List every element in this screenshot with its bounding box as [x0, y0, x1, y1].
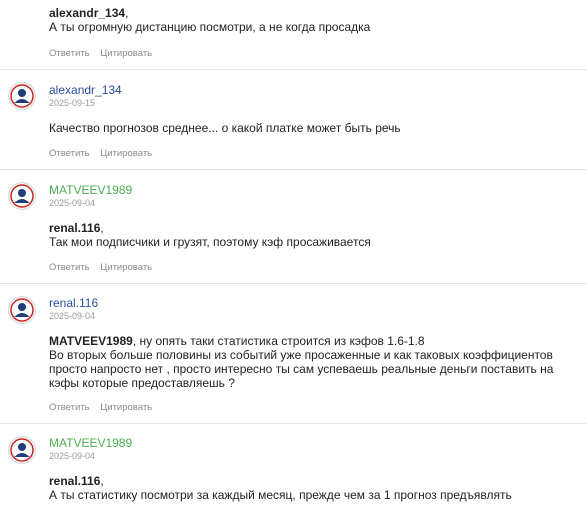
comment-body: renal.116, Так мои подписчики и грузят, …: [49, 221, 371, 249]
user-avatar-icon: [10, 438, 34, 462]
quote-button[interactable]: Цитировать: [100, 48, 152, 59]
reply-button[interactable]: Ответить: [49, 262, 90, 273]
comment-actions: Ответить Цитировать: [49, 48, 160, 59]
quoted-author[interactable]: alexandr_134: [49, 6, 125, 20]
comment-text: Во вторых больше половины из событий уже…: [49, 348, 554, 390]
quoted-author[interactable]: MATVEEV1989: [49, 334, 133, 348]
quote-button[interactable]: Цитировать: [100, 402, 152, 413]
comment-author[interactable]: renal.116: [49, 296, 98, 310]
comment-date: 2025-09-15: [49, 98, 96, 108]
avatar[interactable]: [8, 436, 36, 464]
avatar[interactable]: [8, 296, 36, 324]
comment-body: renal.116, А ты статистику посмотри за к…: [49, 474, 512, 502]
comments-thread: alexandr_134, А ты огромную дистанцию по…: [0, 0, 587, 511]
comment-text: Качество прогнозов среднее... о какой пл…: [49, 121, 401, 135]
divider: [0, 283, 587, 284]
avatar[interactable]: [8, 82, 36, 110]
comment-text-first: , ну опять таки статистика строится из к…: [132, 334, 425, 348]
comment-actions: Ответить Цитировать: [49, 402, 160, 413]
comment-date: 2025-09-04: [49, 451, 96, 461]
comment-date: 2025-09-04: [49, 198, 96, 208]
user-avatar-icon: [10, 184, 34, 208]
comment-text: Так мои подписчики и грузят, поэтому кэф…: [49, 235, 371, 249]
comment-actions: Ответить Цитировать: [49, 148, 160, 159]
quote-button[interactable]: Цитировать: [100, 148, 152, 159]
comment-author[interactable]: MATVEEV1989: [49, 183, 132, 197]
avatar[interactable]: [8, 182, 36, 210]
reply-button[interactable]: Ответить: [49, 48, 90, 59]
quoted-author[interactable]: renal.116: [49, 474, 100, 488]
quoted-author[interactable]: renal.116: [49, 221, 100, 235]
comment-author[interactable]: MATVEEV1989: [49, 436, 132, 450]
comment-body: alexandr_134, А ты огромную дистанцию по…: [49, 6, 371, 34]
reply-button[interactable]: Ответить: [49, 148, 90, 159]
comment-body: MATVEEV1989, ну опять таки статистика ст…: [49, 334, 579, 390]
comment-date: 2025-09-04: [49, 311, 96, 321]
quote-button[interactable]: Цитировать: [100, 262, 152, 273]
comment-text: А ты статистику посмотри за каждый месяц…: [49, 488, 512, 502]
divider: [0, 423, 587, 424]
user-avatar-icon: [10, 298, 34, 322]
comment-text: А ты огромную дистанцию посмотри, а не к…: [49, 20, 371, 34]
reply-button[interactable]: Ответить: [49, 402, 90, 413]
divider: [0, 169, 587, 170]
comment-actions: Ответить Цитировать: [49, 262, 160, 273]
user-avatar-icon: [10, 84, 34, 108]
comment-author[interactable]: alexandr_134: [49, 83, 122, 97]
divider: [0, 69, 587, 70]
